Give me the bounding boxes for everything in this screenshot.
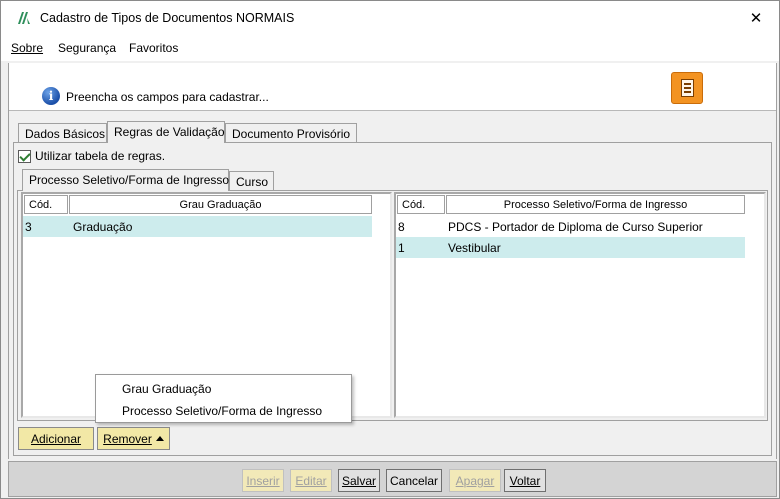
menu-seguranca[interactable]: Segurança (58, 41, 116, 55)
cell-cod: 8 (398, 220, 405, 234)
add-button-label: Adicionar (30, 432, 82, 446)
document-icon-line (684, 91, 691, 93)
right-header-cod[interactable]: Cód. (397, 195, 445, 214)
cancel-button[interactable]: Cancelar (386, 469, 442, 492)
window-title: Cadastro de Tipos de Documentos NORMAIS (40, 11, 295, 25)
remove-button-label: Remover (103, 432, 152, 446)
remove-popup-menu: Grau Graduação Processo Seletivo/Forma d… (95, 374, 352, 423)
remove-button[interactable]: Remover (97, 427, 170, 450)
tab-dados-basicos[interactable]: Dados Básicos (18, 123, 107, 143)
use-rules-label: Utilizar tabela de regras. (35, 149, 166, 163)
tab-processo-seletivo[interactable]: Processo Seletivo/Forma de Ingresso (22, 169, 229, 191)
table-row[interactable]: 8 PDCS - Portador de Diploma de Curso Su… (396, 216, 745, 237)
menu-sobre[interactable]: Sobre (11, 41, 43, 55)
popup-item-grau[interactable]: Grau Graduação (122, 382, 211, 396)
menu-favoritos[interactable]: Favoritos (129, 41, 178, 55)
left-header-grau[interactable]: Grau Graduação (69, 195, 372, 214)
tab-curso[interactable]: Curso (229, 171, 274, 191)
cell-cod: 3 (25, 220, 32, 234)
back-button-label: Voltar (509, 474, 541, 488)
add-button[interactable]: Adicionar (18, 427, 94, 450)
edit-button-label: Editar (295, 474, 327, 488)
delete-button-label: Apagar (455, 474, 495, 488)
delete-button[interactable]: Apagar (449, 469, 501, 492)
save-button[interactable]: Salvar (338, 469, 380, 492)
menu-sobre-label: Sobre (11, 41, 44, 55)
document-icon-line (684, 83, 691, 85)
tab-regras-validacao[interactable]: Regras de Validação (107, 121, 225, 143)
tab-documento-provisorio[interactable]: Documento Provisório (225, 123, 357, 143)
save-button-label: Salvar (341, 474, 376, 488)
back-button[interactable]: Voltar (504, 469, 546, 492)
info-message: Preencha os campos para cadastrar... (66, 90, 269, 104)
document-icon-line (684, 87, 691, 89)
info-icon: i (42, 87, 60, 105)
caret-up-icon (155, 436, 164, 441)
close-button[interactable]: ✕ (733, 1, 779, 35)
title-bar: Cadastro de Tipos de Documentos NORMAIS … (1, 1, 779, 35)
cell-name: PDCS - Portador de Diploma de Curso Supe… (448, 220, 703, 234)
close-icon: ✕ (749, 10, 763, 27)
use-rules-checkbox[interactable] (18, 150, 31, 163)
insert-button[interactable]: Inserir (242, 469, 284, 492)
insert-button-label: Inserir (246, 474, 280, 488)
cell-name: Graduação (73, 220, 133, 234)
right-header-processo[interactable]: Processo Seletivo/Forma de Ingresso (446, 195, 745, 214)
menu-bar: Sobre Segurança Favoritos (1, 35, 779, 61)
left-header-cod[interactable]: Cód. (24, 195, 68, 214)
cell-cod: 1 (398, 241, 405, 255)
document-icon (681, 79, 694, 97)
table-row[interactable]: 1 Vestibular (396, 237, 745, 258)
info-panel: i Preencha os campos para cadastrar... (9, 63, 776, 111)
cancel-button-label: Cancelar (389, 474, 439, 488)
footer-toolbar: Inserir Editar Salvar Cancelar Apagar Vo… (8, 461, 777, 497)
app-logo-icon (18, 12, 30, 24)
right-table[interactable]: Cód. Processo Seletivo/Forma de Ingresso… (394, 192, 766, 418)
dialog-window: Cadastro de Tipos de Documentos NORMAIS … (0, 0, 780, 499)
edit-button[interactable]: Editar (290, 469, 332, 492)
table-row[interactable]: 3 Graduação (23, 216, 372, 237)
cell-name: Vestibular (448, 241, 501, 255)
popup-item-processo[interactable]: Processo Seletivo/Forma de Ingresso (122, 404, 322, 418)
document-button[interactable] (671, 72, 703, 104)
